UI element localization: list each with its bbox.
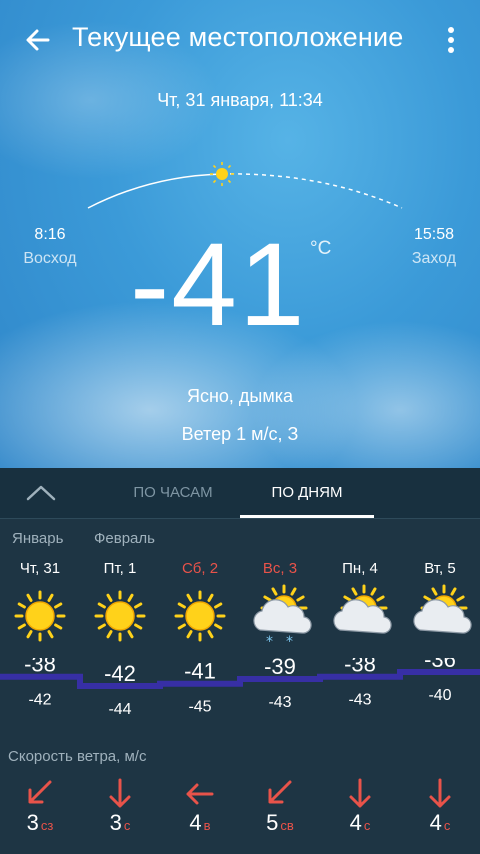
high-temperature-label: -41 — [184, 659, 216, 684]
current-weather-area: Текущее местоположение Чт, 31 января, 11… — [0, 0, 480, 468]
wind-direction: св — [280, 818, 294, 833]
wind-direction: сз — [40, 818, 54, 833]
wind-speed-number: 5 — [266, 810, 279, 835]
back-arrow-icon[interactable] — [20, 22, 56, 58]
wind-direction: с — [443, 818, 451, 833]
month-label: Февраль — [94, 530, 155, 547]
more-vert-icon[interactable] — [436, 22, 466, 58]
wind-speed-number: 3 — [109, 810, 122, 835]
wind-direction: с — [363, 818, 371, 833]
sunset-label: Заход — [411, 250, 457, 267]
weather-screen: Текущее местоположение Чт, 31 января, 11… — [0, 0, 480, 854]
forecast-tabs: ПО ЧАСАМ ПО ДНЯМ — [0, 468, 480, 519]
arrow-down-left-icon — [240, 774, 320, 814]
low-temperature-label: -42 — [28, 692, 51, 709]
wind-speed-number: 3 — [26, 810, 39, 835]
wind-speed-value: 4с — [400, 810, 480, 836]
arrow-left-icon — [160, 774, 240, 814]
weather-condition: Ясно, дымка — [186, 386, 294, 406]
partly-cloudy-icon — [400, 584, 480, 648]
arrow-down-icon — [400, 774, 480, 814]
wind-speed-value: 4в — [160, 810, 240, 836]
high-temperature-label: -38 — [344, 658, 376, 677]
high-temperature-label: -36 — [424, 658, 456, 672]
forecast-panel: ПО ЧАСАМ ПО ДНЯМ Январь Февраль Чт, 31 Пт… — [0, 468, 480, 854]
wind-direction: с — [123, 818, 131, 833]
current-temperature: -41 — [130, 219, 307, 351]
sun-icon — [80, 584, 160, 648]
high-temperature-label: -42 — [104, 661, 136, 686]
tab-daily[interactable]: ПО ДНЯМ — [240, 484, 374, 501]
app-bar: Текущее местоположение — [0, 0, 480, 78]
temperature-chart: -38 -42 -42 -44 -41 -45 -39 -43 -38 -43 -36 -40 — [0, 658, 480, 718]
arrow-down-icon — [80, 774, 160, 814]
wind-speed-number: 4 — [349, 810, 362, 835]
active-tab-indicator — [240, 515, 374, 518]
wind-speed-value: 5 св — [240, 810, 320, 836]
partly-cloudy-snow-icon: * * — [240, 584, 320, 650]
sunrise-time: 8:16 — [34, 226, 66, 243]
partly-cloudy-icon — [320, 584, 400, 648]
sunrise-label: Восход — [23, 250, 77, 267]
current-date: Чт, 31 января, 11:34 — [157, 90, 323, 110]
arrow-down-icon — [320, 774, 400, 814]
low-temperature-label: -43 — [348, 692, 371, 709]
svg-text:*: * — [286, 634, 293, 648]
sun-icon — [0, 584, 80, 648]
wind-speed-value: 3с — [80, 810, 160, 836]
high-temperature-label: -39 — [264, 658, 296, 679]
current-wind: Ветер 1 м/с, З — [181, 424, 299, 444]
page-title: Текущее местоположение — [72, 22, 404, 52]
temperature-unit: °C — [310, 238, 332, 259]
chevron-up-icon[interactable] — [24, 478, 58, 508]
sun-path-arc — [87, 162, 403, 209]
day-label: Чт, 31 — [19, 560, 61, 577]
arrow-down-left-icon — [0, 774, 80, 814]
low-temperature-label: -40 — [428, 687, 451, 704]
month-label: Январь — [12, 530, 64, 547]
day-label: Пн, 4 — [342, 560, 378, 577]
tab-hourly[interactable]: ПО ЧАСАМ — [110, 484, 236, 501]
high-temperature-label: -38 — [24, 658, 56, 677]
low-temperature-label: -43 — [268, 694, 291, 711]
day-label: Сб, 2 — [181, 560, 219, 577]
low-temperature-label: -45 — [188, 699, 211, 716]
day-label: Вт, 5 — [424, 560, 456, 577]
svg-text:*: * — [266, 634, 273, 648]
low-temperature-label: -44 — [108, 701, 131, 718]
wind-speed-number: 4 — [429, 810, 442, 835]
wind-speed-value: 3 сз — [0, 810, 80, 836]
sunset-time: 15:58 — [413, 226, 455, 243]
sun-icon — [160, 584, 240, 648]
wind-speed-label: Скорость ветра, м/с — [8, 748, 147, 765]
wind-speed-value: 4с — [320, 810, 400, 836]
day-label: Вс, 3 — [262, 560, 298, 577]
wind-speed-number: 4 — [189, 810, 202, 835]
day-label: Пт, 1 — [103, 560, 137, 577]
temperature-band-line — [0, 669, 480, 689]
wind-direction: в — [203, 818, 211, 833]
